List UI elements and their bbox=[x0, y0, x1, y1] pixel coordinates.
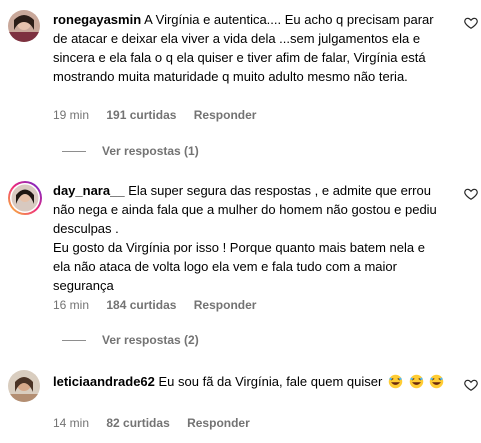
comment-text: ronegayasmin A Virgínia e autentica.... … bbox=[53, 10, 445, 86]
laughing-emoji-icon bbox=[388, 374, 403, 389]
likes-count[interactable]: 184 curtidas bbox=[106, 298, 176, 312]
avatar[interactable] bbox=[8, 370, 40, 402]
timestamp: 16 min bbox=[53, 298, 90, 312]
heart-icon[interactable] bbox=[464, 16, 478, 30]
comment-text: day_nara__ Ela super segura das resposta… bbox=[53, 181, 445, 295]
reply-button[interactable]: Responder bbox=[194, 298, 257, 312]
comment-body: Eu sou fã da Virgínia, fale quem quiser bbox=[158, 374, 383, 389]
username[interactable]: day_nara__ bbox=[53, 183, 125, 198]
likes-count[interactable]: 82 curtidas bbox=[106, 416, 169, 430]
username[interactable]: ronegayasmin bbox=[53, 12, 141, 27]
laughing-emoji-icon bbox=[429, 374, 444, 389]
timestamp: 14 min bbox=[53, 416, 90, 430]
avatar[interactable] bbox=[7, 180, 43, 216]
comment-text: leticiaandrade62 Eu sou fã da Virgínia, … bbox=[53, 372, 445, 391]
avatar[interactable] bbox=[8, 10, 40, 42]
view-replies-button[interactable]: Ver respostas (1) bbox=[62, 144, 199, 158]
heart-icon[interactable] bbox=[464, 378, 478, 392]
view-replies-label: Ver respostas (1) bbox=[102, 144, 199, 158]
laughing-emoji-icon bbox=[409, 374, 424, 389]
comment-meta: 16 min 184 curtidas Responder bbox=[53, 298, 256, 312]
timestamp: 19 min bbox=[53, 108, 90, 122]
comment-meta: 14 min 82 curtidas Responder bbox=[53, 416, 250, 430]
divider-line bbox=[62, 340, 86, 342]
comment-body-line2: Eu gosto da Virgínia por isso ! Porque q… bbox=[53, 240, 425, 293]
likes-count[interactable]: 191 curtidas bbox=[106, 108, 176, 122]
reply-button[interactable]: Responder bbox=[194, 108, 257, 122]
divider-line bbox=[62, 151, 86, 153]
heart-icon[interactable] bbox=[464, 187, 478, 201]
view-replies-button[interactable]: Ver respostas (2) bbox=[62, 333, 199, 347]
reply-button[interactable]: Responder bbox=[187, 416, 250, 430]
comment-meta: 19 min 191 curtidas Responder bbox=[53, 108, 256, 122]
username[interactable]: leticiaandrade62 bbox=[53, 374, 155, 389]
view-replies-label: Ver respostas (2) bbox=[102, 333, 199, 347]
